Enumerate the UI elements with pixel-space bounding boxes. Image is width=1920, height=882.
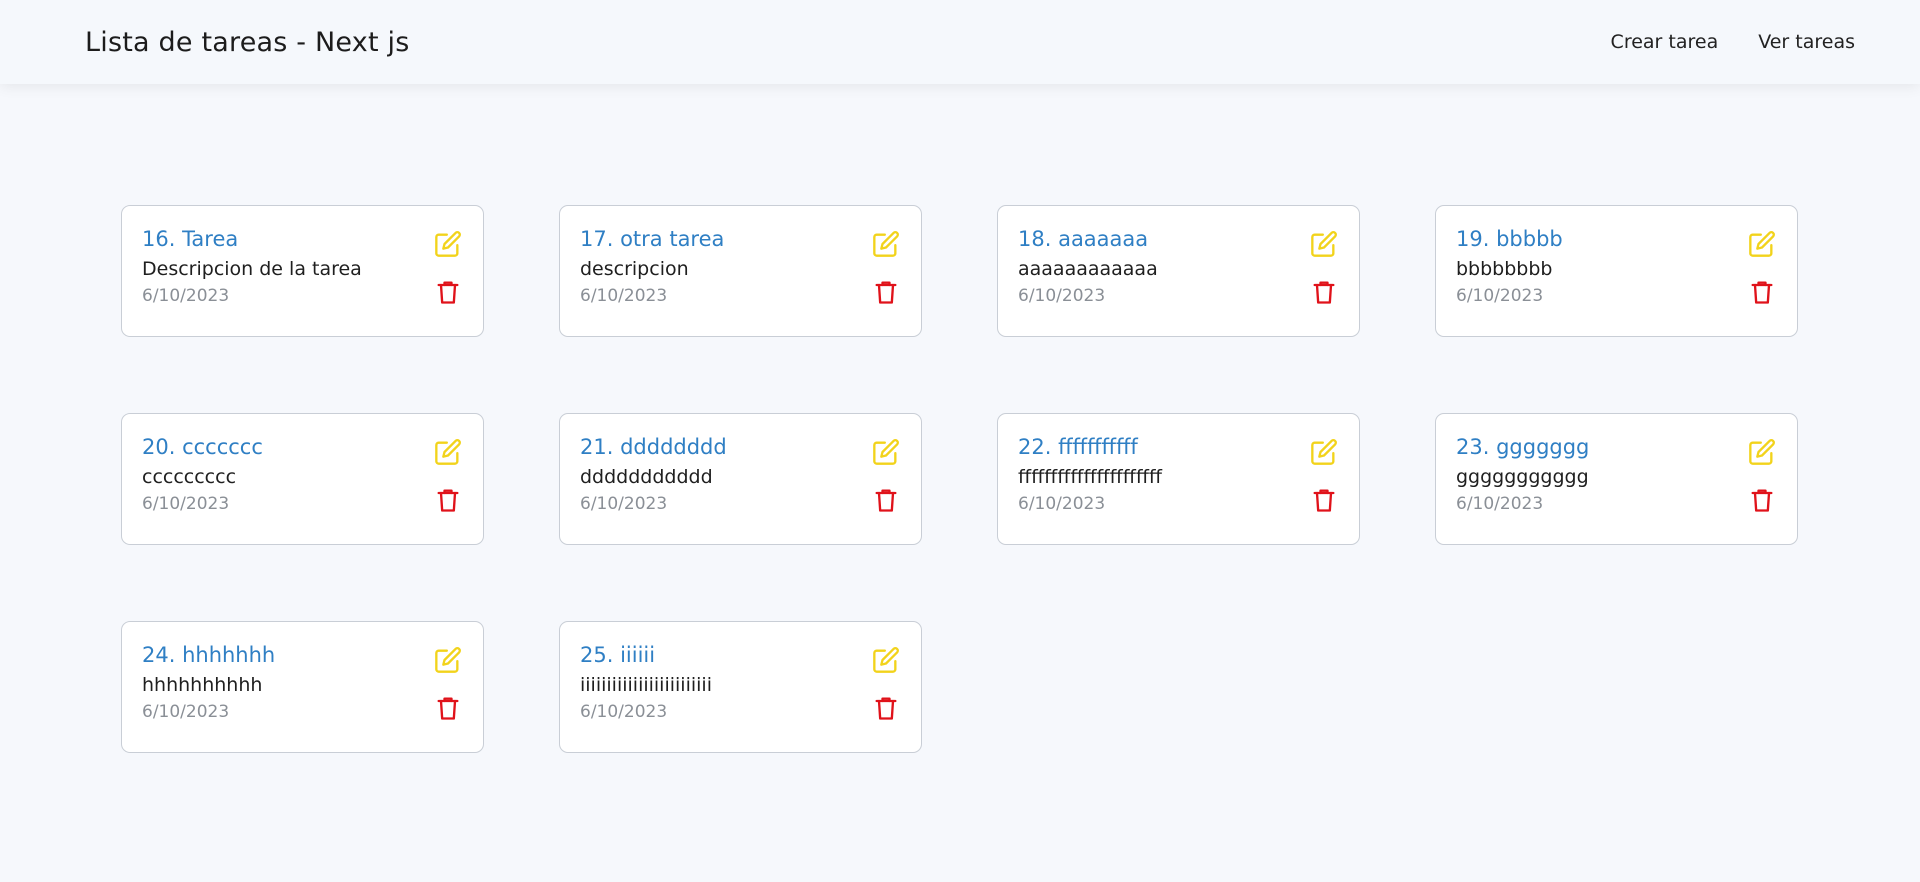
edit-button[interactable] <box>1309 437 1339 467</box>
task-title: 18. aaaaaaa <box>1018 227 1149 251</box>
task-date: 6/10/2023 <box>580 493 668 514</box>
trash-icon <box>1313 281 1335 304</box>
delete-button[interactable] <box>871 277 901 307</box>
task-card[interactable]: 19. bbbbb bbbbbbbb 6/10/2023 <box>1435 205 1798 337</box>
edit-icon <box>435 647 461 673</box>
navbar: Lista de tareas - Next js Crear tarea Ve… <box>0 0 1920 84</box>
trash-icon <box>875 489 897 512</box>
trash-icon <box>1313 489 1335 512</box>
delete-button[interactable] <box>433 693 463 723</box>
trash-icon <box>1751 489 1773 512</box>
edit-button[interactable] <box>433 437 463 467</box>
task-date: 6/10/2023 <box>1456 285 1544 306</box>
edit-button[interactable] <box>433 229 463 259</box>
task-description: ggggggggggg <box>1456 466 1589 489</box>
edit-button[interactable] <box>871 645 901 675</box>
edit-button[interactable] <box>871 229 901 259</box>
task-card[interactable]: 16. Tarea Descripcion de la tarea 6/10/2… <box>121 205 484 337</box>
edit-icon <box>873 439 899 465</box>
trash-icon <box>1751 281 1773 304</box>
task-card[interactable]: 18. aaaaaaa aaaaaaaaaaaa 6/10/2023 <box>997 205 1360 337</box>
task-card[interactable]: 20. ccccccc ccccccccc 6/10/2023 <box>121 413 484 545</box>
nav-links: Crear tarea Ver tareas <box>1611 31 1855 53</box>
task-title: 25. iiiiii <box>580 643 656 667</box>
edit-button[interactable] <box>871 437 901 467</box>
trash-icon <box>437 281 459 304</box>
task-description: ccccccccc <box>142 466 237 489</box>
task-title: 19. bbbbb <box>1456 227 1563 251</box>
task-title: 16. Tarea <box>142 227 239 251</box>
task-date: 6/10/2023 <box>142 285 230 306</box>
delete-button[interactable] <box>1309 277 1339 307</box>
task-title: 21. dddddddd <box>580 435 727 459</box>
edit-icon <box>873 231 899 257</box>
task-description: bbbbbbbb <box>1456 258 1553 281</box>
task-date: 6/10/2023 <box>1018 285 1106 306</box>
edit-icon <box>873 647 899 673</box>
task-description: aaaaaaaaaaaa <box>1018 258 1158 281</box>
task-description: hhhhhhhhhh <box>142 674 263 697</box>
trash-icon <box>875 697 897 720</box>
task-date: 6/10/2023 <box>580 285 668 306</box>
edit-icon <box>1749 231 1775 257</box>
edit-icon <box>435 231 461 257</box>
task-card[interactable]: 22. fffffffffff ffffffffffffffffffffff 6… <box>997 413 1360 545</box>
trash-icon <box>437 489 459 512</box>
task-grid: 16. Tarea Descripcion de la tarea 6/10/2… <box>121 205 1798 753</box>
app-title: Lista de tareas - Next js <box>85 26 410 58</box>
delete-button[interactable] <box>1747 277 1777 307</box>
delete-button[interactable] <box>1747 485 1777 515</box>
task-title: 22. fffffffffff <box>1018 435 1138 459</box>
edit-button[interactable] <box>1309 229 1339 259</box>
task-card[interactable]: 23. ggggggg ggggggggggg 6/10/2023 <box>1435 413 1798 545</box>
edit-icon <box>435 439 461 465</box>
task-description: ddddddddddd <box>580 466 713 489</box>
task-date: 6/10/2023 <box>580 701 668 722</box>
edit-button[interactable] <box>1747 229 1777 259</box>
task-title: 24. hhhhhhh <box>142 643 276 667</box>
delete-button[interactable] <box>433 277 463 307</box>
nav-link-crear-tarea[interactable]: Crear tarea <box>1611 31 1719 53</box>
task-description: Descripcion de la tarea <box>142 258 362 281</box>
delete-button[interactable] <box>871 485 901 515</box>
task-date: 6/10/2023 <box>1018 493 1106 514</box>
delete-button[interactable] <box>433 485 463 515</box>
trash-icon <box>875 281 897 304</box>
edit-icon <box>1311 231 1337 257</box>
edit-icon <box>1311 439 1337 465</box>
task-title: 23. ggggggg <box>1456 435 1590 459</box>
task-description: ffffffffffffffffffffff <box>1018 466 1162 489</box>
task-card[interactable]: 25. iiiiii iiiiiiiiiiiiiiiiiiiiiiiii 6/1… <box>559 621 922 753</box>
nav-link-ver-tareas[interactable]: Ver tareas <box>1758 31 1855 53</box>
task-card[interactable]: 24. hhhhhhh hhhhhhhhhh 6/10/2023 <box>121 621 484 753</box>
task-description: descripcion <box>580 258 689 281</box>
trash-icon <box>437 697 459 720</box>
edit-icon <box>1749 439 1775 465</box>
delete-button[interactable] <box>1309 485 1339 515</box>
task-date: 6/10/2023 <box>142 493 230 514</box>
task-title: 20. ccccccc <box>142 435 263 459</box>
task-description: iiiiiiiiiiiiiiiiiiiiiiiii <box>580 674 712 697</box>
edit-button[interactable] <box>1747 437 1777 467</box>
edit-button[interactable] <box>433 645 463 675</box>
task-card[interactable]: 17. otra tarea descripcion 6/10/2023 <box>559 205 922 337</box>
delete-button[interactable] <box>871 693 901 723</box>
task-card[interactable]: 21. dddddddd ddddddddddd 6/10/2023 <box>559 413 922 545</box>
task-date: 6/10/2023 <box>1456 493 1544 514</box>
task-title: 17. otra tarea <box>580 227 725 251</box>
task-date: 6/10/2023 <box>142 701 230 722</box>
